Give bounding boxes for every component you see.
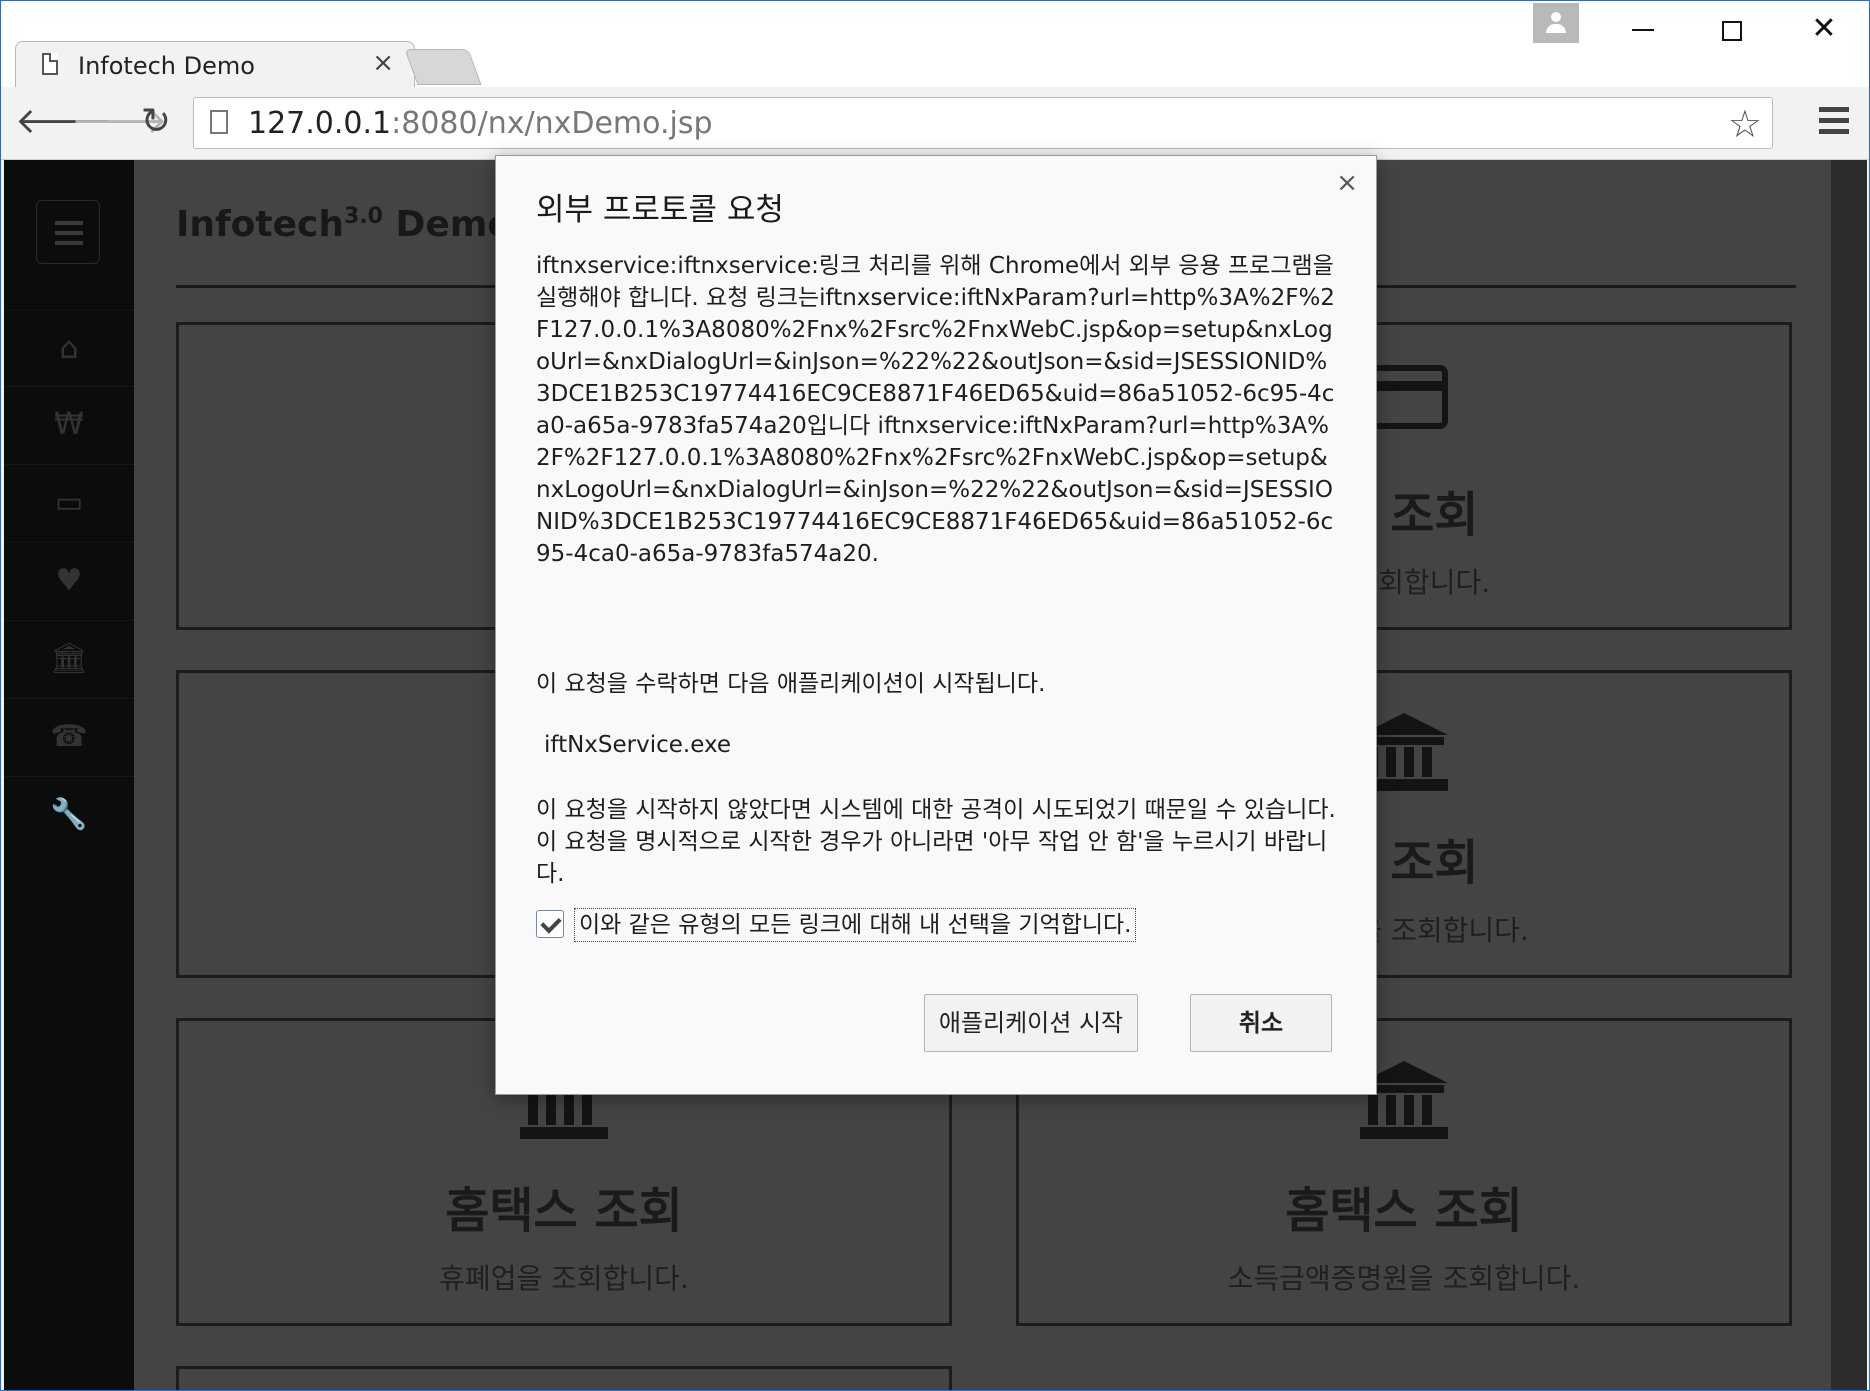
reload-icon: ↻ xyxy=(140,101,172,142)
heart-icon[interactable]: ♥ xyxy=(4,542,134,619)
window-close-button[interactable]: ✕ xyxy=(1781,1,1867,57)
card-description: 소득금액증명원을 조회합니다. xyxy=(1227,1262,1581,1295)
dialog-close-icon[interactable]: × xyxy=(1336,168,1358,198)
new-tab-button[interactable] xyxy=(404,49,482,85)
credit-card-icon[interactable]: ▭ xyxy=(4,464,134,541)
card-description: 휴폐업을 조회합니다. xyxy=(439,1262,689,1295)
forward-button[interactable]: 🡒 xyxy=(71,97,168,147)
close-icon: ✕ xyxy=(1811,11,1837,46)
browser-window: Infotech Demo × ✕ 🡐 🡒 ↻ 127.0.0.1:8080/n… xyxy=(0,0,1870,1391)
minimize-button[interactable] xyxy=(1599,1,1685,57)
side-nav: ⌂ ₩ ▭ ♥ 🏛 ☎ 🔧 xyxy=(4,160,134,1390)
address-bar[interactable]: 127.0.0.1:8080/nx/nxDemo.jsp ☆ xyxy=(193,97,1773,149)
title-bar: Infotech Demo × ✕ xyxy=(1,1,1869,87)
card-title: 홈택스 조회 xyxy=(445,1183,683,1239)
card-title: 홈택스 조회 xyxy=(1285,1183,1523,1239)
remember-checkbox[interactable] xyxy=(536,910,564,938)
back-button[interactable]: 🡐 xyxy=(15,97,112,147)
won-icon[interactable]: ₩ xyxy=(4,386,134,463)
accept-notice: 이 요청을 수락하면 다음 애플리케이션이 시작됩니다. xyxy=(536,671,1046,697)
tab-close-icon[interactable]: × xyxy=(372,48,394,78)
maximize-button[interactable] xyxy=(1689,1,1775,57)
maximize-icon xyxy=(1722,21,1742,41)
security-warning: 이 요청을 시작하지 않았다면 시스템에 대한 공격이 시도되었기 때문일 수 … xyxy=(536,797,1336,887)
url-path: :8080/nx/nxDemo.jsp xyxy=(391,106,713,141)
url-host: 127.0.0.1 xyxy=(248,106,392,141)
dialog-title: 외부 프로토콜 요청 xyxy=(536,192,784,228)
chrome-menu-icon[interactable] xyxy=(1819,107,1849,135)
bank-icon[interactable]: 🏛 xyxy=(4,620,134,697)
profile-button[interactable] xyxy=(1533,3,1579,43)
dialog-message: iftnxservice:iftnxservice:링크 처리를 위해 Chro… xyxy=(536,253,1335,567)
url-text: 127.0.0.1:8080/nx/nxDemo.jsp xyxy=(248,106,713,141)
scrollbar[interactable] xyxy=(1831,160,1867,1390)
user-icon xyxy=(1551,12,1561,22)
external-protocol-dialog: × 외부 프로토콜 요청 iftnxservice:iftnxservice:링… xyxy=(495,155,1377,1095)
browser-toolbar: 🡐 🡒 ↻ 127.0.0.1:8080/nx/nxDemo.jsp ☆ xyxy=(1,87,1869,160)
launch-application-button[interactable]: 애플리케이션 시작 xyxy=(924,994,1138,1052)
bookmark-star-icon[interactable]: ☆ xyxy=(1728,102,1762,146)
page-icon xyxy=(42,53,58,75)
wrench-icon[interactable]: 🔧 xyxy=(4,776,134,853)
browser-tab[interactable]: Infotech Demo × xyxy=(15,41,415,87)
minimize-icon xyxy=(1632,29,1654,31)
remember-label[interactable]: 이와 같은 유형의 모든 링크에 대해 내 선택을 기억합니다. xyxy=(574,908,1137,942)
hamburger-menu-icon[interactable] xyxy=(36,200,100,264)
home-icon[interactable]: ⌂ xyxy=(4,310,134,387)
card-partial xyxy=(176,1366,952,1390)
application-name: iftNxService.exe xyxy=(544,732,732,758)
tab-title: Infotech Demo xyxy=(78,52,255,80)
cancel-button[interactable]: 취소 xyxy=(1190,994,1332,1052)
page-icon xyxy=(210,110,228,134)
reload-button[interactable]: ↻ xyxy=(131,97,181,147)
phone-icon[interactable]: ☎ xyxy=(4,698,134,775)
page-title: Infotech3.0 Demo xyxy=(176,204,513,245)
